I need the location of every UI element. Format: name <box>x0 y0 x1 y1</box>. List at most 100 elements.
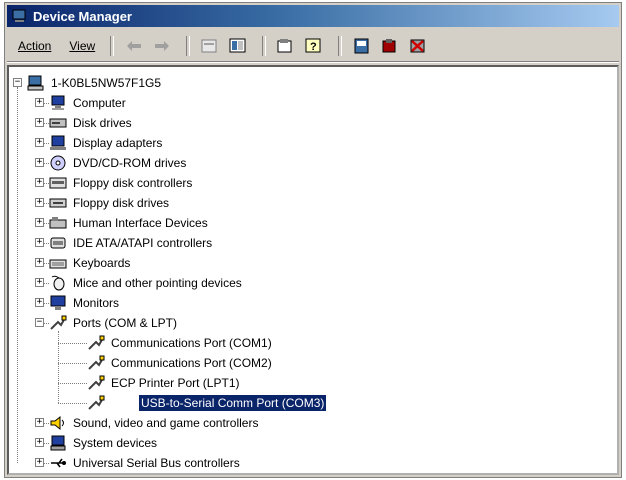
view-menu[interactable]: View <box>62 36 102 56</box>
tree-category[interactable]: Floppy disk controllers <box>49 173 194 193</box>
port-child-icon <box>87 335 105 351</box>
tree-port-item[interactable]: ECP Printer Port (LPT1) <box>87 373 241 393</box>
tree-category[interactable]: Disk drives <box>49 113 134 133</box>
floppy-controller-icon <box>49 175 67 191</box>
sound-icon <box>49 415 67 431</box>
tree-connector <box>58 363 87 364</box>
uninstall-icon[interactable] <box>378 35 402 57</box>
tree-connector <box>44 243 49 244</box>
port-child-icon <box>87 375 105 391</box>
toolbar-separator <box>338 36 343 56</box>
tree-connector <box>44 203 49 204</box>
action-menu[interactable]: Action <box>11 36 58 56</box>
properties-icon[interactable] <box>198 35 222 57</box>
help-icon[interactable]: ? <box>302 35 326 57</box>
mouse-icon <box>49 275 67 291</box>
tree-node-label: Human Interface Devices <box>73 216 208 230</box>
tree-category[interactable]: Display adapters <box>49 133 164 153</box>
toolbar-separator <box>262 36 267 56</box>
tree-port-item[interactable]: Communications Port (COM2) <box>87 353 274 373</box>
expand-toggle[interactable]: + <box>35 198 44 207</box>
expand-toggle[interactable]: + <box>35 118 44 127</box>
tree-category[interactable]: Monitors <box>49 293 121 313</box>
expand-toggle[interactable]: + <box>35 158 44 167</box>
scan-icon[interactable] <box>274 35 298 57</box>
tree-connector <box>44 463 49 464</box>
tree-category[interactable]: Floppy disk drives <box>49 193 171 213</box>
disk-drive-icon <box>49 115 67 131</box>
tree-node-label: Mice and other pointing devices <box>73 276 242 290</box>
tree-connector <box>58 403 87 404</box>
title-bar[interactable]: Device Manager <box>7 5 619 27</box>
tree-node-label: Disk drives <box>73 116 132 130</box>
toolbar-separator <box>186 36 191 56</box>
tree-category[interactable]: Sound, video and game controllers <box>49 413 260 433</box>
tree-connector <box>44 423 49 424</box>
tree-category[interactable]: Computer <box>49 93 128 113</box>
tree-category[interactable]: System devices <box>49 433 159 453</box>
expand-toggle[interactable]: + <box>35 138 44 147</box>
expand-toggle[interactable]: + <box>35 298 44 307</box>
tree-connector <box>58 383 87 384</box>
svg-text:?: ? <box>310 41 317 53</box>
tree-node-label: Keyboards <box>73 256 131 270</box>
device-manager-window: Device Manager Action View ? − 1-K0BL5NW… <box>4 2 622 478</box>
disable-icon[interactable] <box>406 35 430 57</box>
monitor-icon <box>49 295 67 311</box>
toolbar-separator <box>110 36 115 56</box>
tree-connector <box>44 283 49 284</box>
tree-connector <box>44 223 49 224</box>
tree-node-label: Communications Port (COM2) <box>111 356 272 370</box>
tree-category[interactable]: Keyboards <box>49 253 132 273</box>
tree-connector <box>44 163 49 164</box>
expand-toggle[interactable]: + <box>35 438 44 447</box>
tree-connector <box>44 303 49 304</box>
cdrom-icon <box>49 155 67 171</box>
tree-node-label: Display adapters <box>73 136 163 150</box>
computer-icon <box>49 95 67 111</box>
ide-controller-icon <box>49 235 67 251</box>
device-tree-pane[interactable]: − 1-K0BL5NW57F1G5 + Computer + Disk drives + Di… <box>7 65 619 475</box>
expand-toggle[interactable]: + <box>35 258 44 267</box>
forward-arrow-icon[interactable] <box>150 35 174 57</box>
back-arrow-icon[interactable] <box>122 35 146 57</box>
tree-node-label: Sound, video and game controllers <box>73 416 259 430</box>
expand-toggle[interactable]: + <box>35 98 44 107</box>
expand-toggle[interactable]: + <box>35 458 44 467</box>
expand-toggle[interactable]: + <box>35 218 44 227</box>
usb-icon <box>49 455 67 471</box>
root-computer-icon <box>27 75 45 91</box>
expand-toggle[interactable]: + <box>35 178 44 187</box>
tree-root[interactable]: 1-K0BL5NW57F1G5 <box>27 73 163 93</box>
tree-connector <box>44 443 49 444</box>
tree-category[interactable]: Human Interface Devices <box>49 213 210 233</box>
tree-port-item[interactable]: Communications Port (COM1) <box>87 333 274 353</box>
tree-category[interactable]: Mice and other pointing devices <box>49 273 244 293</box>
tree-node-label: IDE ATA/ATAPI controllers <box>73 236 213 250</box>
tree-connector <box>44 263 49 264</box>
tree-node-label: DVD/CD-ROM drives <box>73 156 187 170</box>
tree-category[interactable]: DVD/CD-ROM drives <box>49 153 188 173</box>
system-devices-icon <box>49 435 67 451</box>
tree-category[interactable]: Ports (COM & LPT) <box>49 313 179 333</box>
tree-node-label: Universal Serial Bus controllers <box>73 456 240 470</box>
display-adapter-icon <box>49 135 67 151</box>
tree-connector <box>58 343 87 344</box>
expand-toggle[interactable]: + <box>35 238 44 247</box>
expand-toggle[interactable]: + <box>35 278 44 287</box>
tree-node-label: Floppy disk drives <box>73 196 170 210</box>
expand-toggle[interactable]: + <box>35 418 44 427</box>
tree-connector <box>58 331 59 403</box>
floppy-drive-icon <box>49 195 67 211</box>
tree-port-item[interactable]: USB-to-Serial Comm Port (COM3) <box>87 393 327 413</box>
tree-connector <box>44 103 49 104</box>
tree-node-label: USB-to-Serial Comm Port (COM3) <box>139 395 327 411</box>
tree-node-label: System devices <box>73 436 158 450</box>
collapse-toggle[interactable]: − <box>13 78 22 87</box>
tree-category[interactable]: IDE ATA/ATAPI controllers <box>49 233 214 253</box>
toolbar: Action View ? <box>7 31 619 62</box>
tree-category[interactable]: Universal Serial Bus controllers <box>49 453 242 473</box>
update-driver-icon[interactable] <box>350 35 374 57</box>
view-icon[interactable] <box>226 35 250 57</box>
collapse-toggle[interactable]: − <box>35 318 44 327</box>
